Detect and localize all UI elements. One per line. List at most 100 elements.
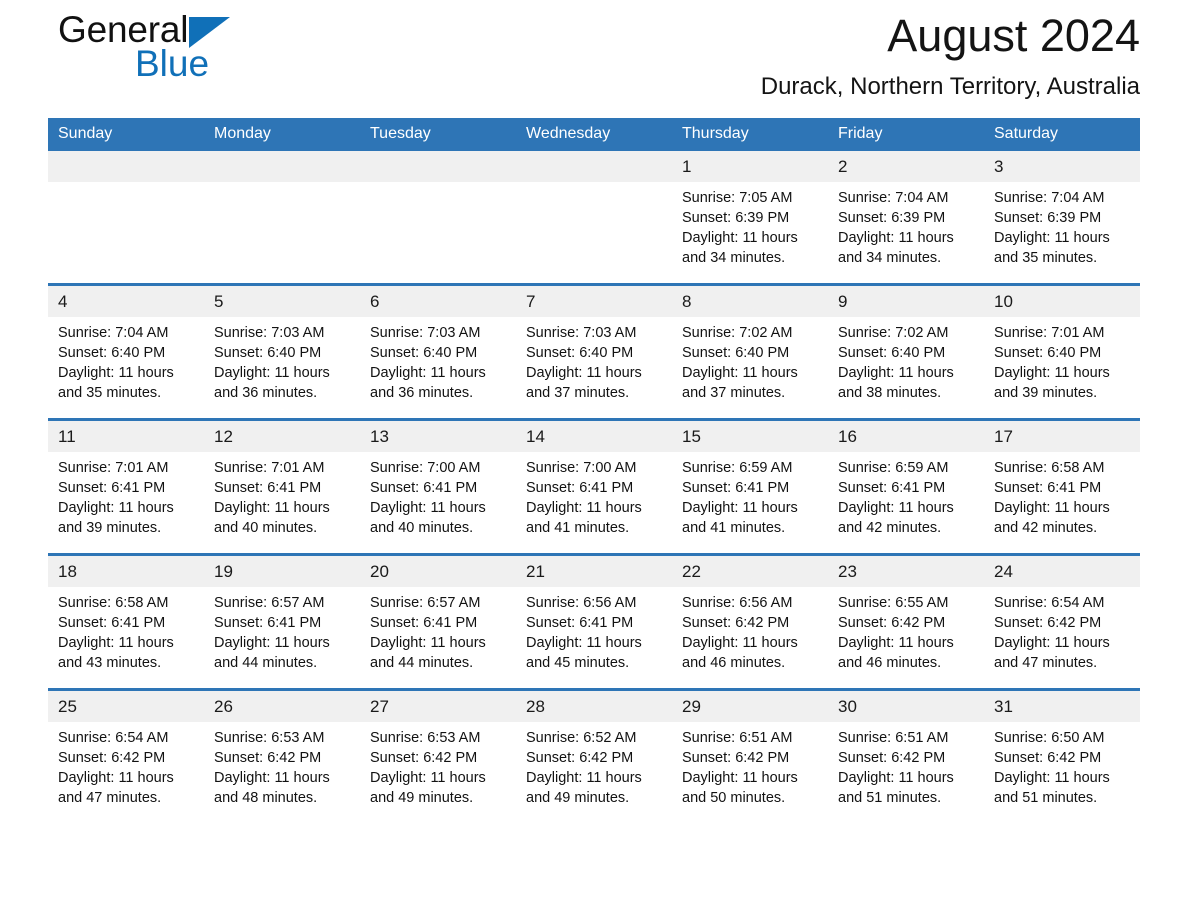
calendar-day-cell[interactable]: 11 Sunrise: 7:01 AM Sunset: 6:41 PM Dayligh… bbox=[48, 418, 204, 555]
daylight-text-line1: Daylight: 11 hours bbox=[370, 365, 486, 381]
calendar-day-cell-empty bbox=[516, 151, 672, 285]
sunset-text: Sunset: 6:42 PM bbox=[682, 615, 790, 631]
sunrise-text: Sunrise: 7:03 AM bbox=[526, 325, 637, 341]
page-title: August 2024 bbox=[887, 10, 1140, 61]
sunset-text: Sunset: 6:42 PM bbox=[994, 615, 1102, 631]
calendar-header-row: Sunday Monday Tuesday Wednesday Thursday… bbox=[48, 118, 1140, 151]
day-details: Sunrise: 7:03 AM Sunset: 6:40 PM Daylight:… bbox=[204, 317, 360, 403]
daylight-text-line2: and 46 minutes. bbox=[838, 655, 942, 671]
sunrise-text: Sunrise: 6:50 AM bbox=[994, 730, 1105, 746]
calendar-day-cell[interactable]: 24 Sunrise: 6:54 AM Sunset: 6:42 PM Dayligh… bbox=[984, 553, 1140, 690]
sunset-text: Sunset: 6:41 PM bbox=[526, 615, 634, 631]
calendar-day-cell[interactable]: 8 Sunrise: 7:02 AM Sunset: 6:40 PM Daylight… bbox=[672, 283, 828, 420]
day-number: 21 bbox=[516, 557, 672, 587]
calendar-day-cell-empty bbox=[360, 151, 516, 285]
sunrise-text: Sunrise: 6:56 AM bbox=[682, 595, 793, 611]
sunrise-text: Sunrise: 7:00 AM bbox=[370, 460, 481, 476]
calendar-day-cell[interactable]: 21 Sunrise: 6:56 AM Sunset: 6:41 PM Dayligh… bbox=[516, 553, 672, 690]
brand-logo[interactable]: General Blue bbox=[58, 10, 318, 100]
sunset-text: Sunset: 6:40 PM bbox=[994, 345, 1102, 361]
sunset-text: Sunset: 6:39 PM bbox=[838, 210, 946, 226]
calendar-day-cell[interactable]: 7 Sunrise: 7:03 AM Sunset: 6:40 PM Daylight… bbox=[516, 283, 672, 420]
day-number: 2 bbox=[828, 151, 984, 182]
calendar-day-cell[interactable]: 19 Sunrise: 6:57 AM Sunset: 6:41 PM Dayligh… bbox=[204, 553, 360, 690]
sunset-text: Sunset: 6:40 PM bbox=[526, 345, 634, 361]
sunset-text: Sunset: 6:42 PM bbox=[58, 750, 166, 766]
day-details: Sunrise: 6:56 AM Sunset: 6:41 PM Daylight:… bbox=[516, 587, 672, 673]
calendar-day-cell[interactable]: 12 Sunrise: 7:01 AM Sunset: 6:41 PM Dayligh… bbox=[204, 418, 360, 555]
calendar-day-cell[interactable]: 14 Sunrise: 7:00 AM Sunset: 6:41 PM Dayligh… bbox=[516, 418, 672, 555]
calendar-day-cell[interactable]: 26 Sunrise: 6:53 AM Sunset: 6:42 PM Dayligh… bbox=[204, 688, 360, 823]
calendar-day-cell[interactable]: 18 Sunrise: 6:58 AM Sunset: 6:41 PM Dayligh… bbox=[48, 553, 204, 690]
calendar-day-cell[interactable]: 29 Sunrise: 6:51 AM Sunset: 6:42 PM Dayligh… bbox=[672, 688, 828, 823]
calendar-day-cell[interactable]: 15 Sunrise: 6:59 AM Sunset: 6:41 PM Dayligh… bbox=[672, 418, 828, 555]
sunrise-text: Sunrise: 6:57 AM bbox=[370, 595, 481, 611]
calendar-day-cell[interactable]: 22 Sunrise: 6:56 AM Sunset: 6:42 PM Dayligh… bbox=[672, 553, 828, 690]
calendar-day-cell[interactable]: 9 Sunrise: 7:02 AM Sunset: 6:40 PM Daylight… bbox=[828, 283, 984, 420]
calendar-day-cell[interactable]: 13 Sunrise: 7:00 AM Sunset: 6:41 PM Dayligh… bbox=[360, 418, 516, 555]
sunset-text: Sunset: 6:42 PM bbox=[526, 750, 634, 766]
day-number: 11 bbox=[48, 422, 204, 452]
calendar-day-cell[interactable]: 5 Sunrise: 7:03 AM Sunset: 6:40 PM Daylight… bbox=[204, 283, 360, 420]
daylight-text-line2: and 47 minutes. bbox=[58, 790, 162, 806]
day-details: Sunrise: 6:51 AM Sunset: 6:42 PM Daylight:… bbox=[672, 722, 828, 808]
calendar-day-cell[interactable]: 30 Sunrise: 6:51 AM Sunset: 6:42 PM Dayligh… bbox=[828, 688, 984, 823]
calendar-day-cell[interactable]: 6 Sunrise: 7:03 AM Sunset: 6:40 PM Daylight… bbox=[360, 283, 516, 420]
sunset-text: Sunset: 6:42 PM bbox=[370, 750, 478, 766]
day-details: Sunrise: 7:00 AM Sunset: 6:41 PM Daylight:… bbox=[516, 452, 672, 538]
calendar-day-cell[interactable]: 3 Sunrise: 7:04 AM Sunset: 6:39 PM Daylight… bbox=[984, 151, 1140, 285]
daylight-text-line2: and 48 minutes. bbox=[214, 790, 318, 806]
day-details: Sunrise: 6:55 AM Sunset: 6:42 PM Daylight:… bbox=[828, 587, 984, 673]
day-number: 4 bbox=[48, 287, 204, 317]
sunrise-text: Sunrise: 6:55 AM bbox=[838, 595, 949, 611]
weekday-header-saturday: Saturday bbox=[984, 118, 1140, 151]
day-details: Sunrise: 7:01 AM Sunset: 6:41 PM Daylight:… bbox=[204, 452, 360, 538]
brand-name-blue: Blue bbox=[135, 43, 210, 84]
daylight-text-line1: Daylight: 11 hours bbox=[682, 365, 798, 381]
sunrise-text: Sunrise: 7:03 AM bbox=[370, 325, 481, 341]
daylight-text-line1: Daylight: 11 hours bbox=[838, 230, 954, 246]
calendar-day-cell[interactable]: 23 Sunrise: 6:55 AM Sunset: 6:42 PM Dayligh… bbox=[828, 553, 984, 690]
daylight-text-line2: and 34 minutes. bbox=[838, 250, 942, 266]
daylight-text-line2: and 49 minutes. bbox=[526, 790, 630, 806]
daylight-text-line1: Daylight: 11 hours bbox=[838, 500, 954, 516]
calendar-day-cell[interactable]: 25 Sunrise: 6:54 AM Sunset: 6:42 PM Dayligh… bbox=[48, 688, 204, 823]
calendar-day-cell[interactable]: 20 Sunrise: 6:57 AM Sunset: 6:41 PM Dayligh… bbox=[360, 553, 516, 690]
calendar-day-cell[interactable]: 31 Sunrise: 6:50 AM Sunset: 6:42 PM Dayligh… bbox=[984, 688, 1140, 823]
daylight-text-line1: Daylight: 11 hours bbox=[370, 500, 486, 516]
daylight-text-line1: Daylight: 11 hours bbox=[58, 500, 174, 516]
day-details: Sunrise: 7:03 AM Sunset: 6:40 PM Daylight:… bbox=[360, 317, 516, 403]
daylight-text-line2: and 35 minutes. bbox=[994, 250, 1098, 266]
sunset-text: Sunset: 6:42 PM bbox=[994, 750, 1102, 766]
day-details: Sunrise: 6:53 AM Sunset: 6:42 PM Daylight:… bbox=[360, 722, 516, 808]
calendar-page: General Blue August 2024 Durack, Norther… bbox=[0, 0, 1188, 918]
calendar-day-cell[interactable]: 1 Sunrise: 7:05 AM Sunset: 6:39 PM Daylight… bbox=[672, 151, 828, 285]
day-number: 7 bbox=[516, 287, 672, 317]
daylight-text-line1: Daylight: 11 hours bbox=[526, 365, 642, 381]
page-subtitle: Durack, Northern Territory, Australia bbox=[760, 73, 1140, 100]
calendar-day-cell[interactable]: 28 Sunrise: 6:52 AM Sunset: 6:42 PM Dayligh… bbox=[516, 688, 672, 823]
daylight-text-line2: and 47 minutes. bbox=[994, 655, 1098, 671]
day-number bbox=[204, 151, 360, 182]
calendar-day-cell[interactable]: 4 Sunrise: 7:04 AM Sunset: 6:40 PM Daylight… bbox=[48, 283, 204, 420]
calendar-day-cell[interactable]: 27 Sunrise: 6:53 AM Sunset: 6:42 PM Dayligh… bbox=[360, 688, 516, 823]
calendar-day-cell[interactable]: 2 Sunrise: 7:04 AM Sunset: 6:39 PM Daylight… bbox=[828, 151, 984, 285]
daylight-text-line2: and 51 minutes. bbox=[994, 790, 1098, 806]
day-number: 3 bbox=[984, 151, 1140, 182]
sunset-text: Sunset: 6:41 PM bbox=[214, 480, 322, 496]
day-details: Sunrise: 6:52 AM Sunset: 6:42 PM Daylight:… bbox=[516, 722, 672, 808]
sunset-text: Sunset: 6:42 PM bbox=[214, 750, 322, 766]
sunrise-text: Sunrise: 6:58 AM bbox=[58, 595, 169, 611]
day-details: Sunrise: 7:04 AM Sunset: 6:39 PM Daylight:… bbox=[828, 182, 984, 268]
day-number: 10 bbox=[984, 287, 1140, 317]
day-number: 28 bbox=[516, 692, 672, 722]
sunset-text: Sunset: 6:42 PM bbox=[838, 750, 946, 766]
day-number: 14 bbox=[516, 422, 672, 452]
daylight-text-line1: Daylight: 11 hours bbox=[526, 635, 642, 651]
daylight-text-line1: Daylight: 11 hours bbox=[214, 770, 330, 786]
calendar-week-row: 4 Sunrise: 7:04 AM Sunset: 6:40 PM Daylight… bbox=[48, 283, 1140, 420]
daylight-text-line1: Daylight: 11 hours bbox=[838, 635, 954, 651]
calendar-day-cell[interactable]: 16 Sunrise: 6:59 AM Sunset: 6:41 PM Dayligh… bbox=[828, 418, 984, 555]
calendar-day-cell[interactable]: 17 Sunrise: 6:58 AM Sunset: 6:41 PM Dayligh… bbox=[984, 418, 1140, 555]
calendar-day-cell[interactable]: 10 Sunrise: 7:01 AM Sunset: 6:40 PM Dayligh… bbox=[984, 283, 1140, 420]
